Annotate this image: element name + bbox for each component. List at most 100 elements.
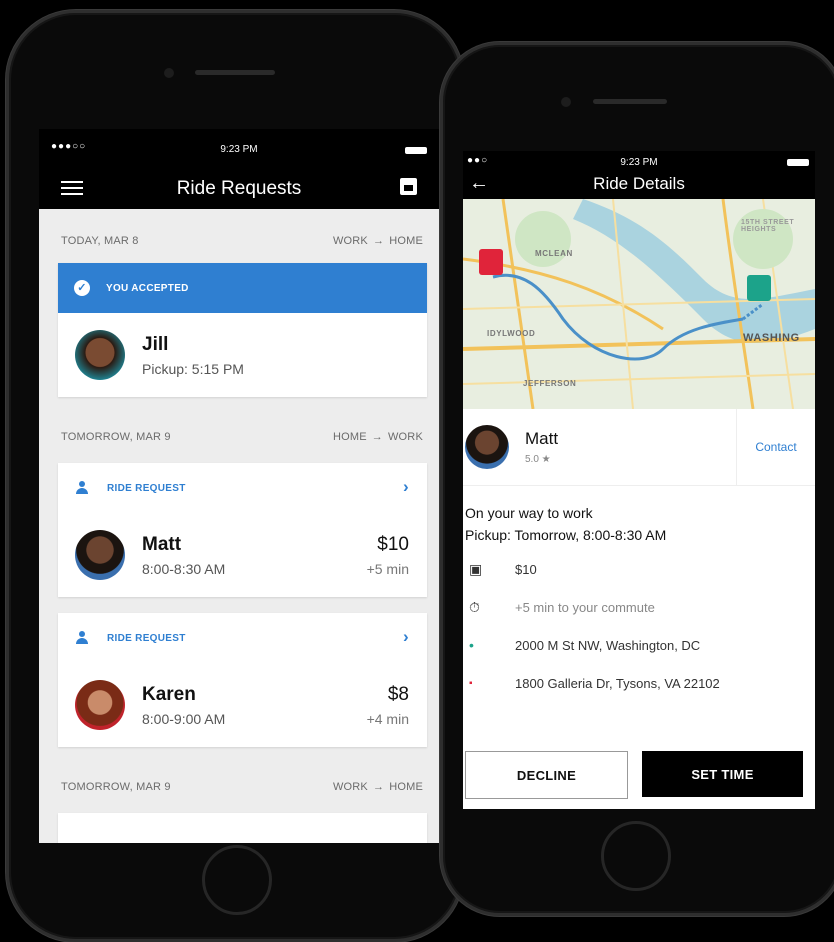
ride-request-card[interactable]: RIDE REQUEST › Karen 8:00-9:00 AM $8 +4 …	[58, 613, 427, 747]
map-label-washington: WASHING	[743, 332, 800, 344]
stopwatch-icon: ⏱	[469, 598, 480, 615]
request-header: RIDE REQUEST ›	[58, 463, 427, 513]
route-from: WORK	[332, 781, 368, 793]
pickup-pin-icon	[479, 249, 503, 275]
route: HOME → WORK	[333, 431, 423, 443]
cash-icon: ▣	[469, 560, 483, 577]
map-label-mclean: MCLEAN	[535, 249, 573, 258]
pickup-window: 8:00-9:00 AM	[142, 710, 226, 727]
destination-address: 1800 Galleria Dr, Tysons, VA 22102	[515, 675, 720, 691]
status-time: 9:23 PM	[220, 144, 258, 155]
section-header: TOMORROW, MAR 9 WORK → HOME	[39, 769, 439, 805]
route-to: HOME	[389, 781, 423, 793]
map-label-jefferson: JEFFERSON	[523, 379, 577, 388]
rider-name: Karen	[142, 683, 196, 705]
fare: $10	[377, 533, 409, 555]
accepted-banner: ✓ YOU ACCEPTED	[58, 263, 427, 313]
set-time-button[interactable]: SET TIME	[642, 751, 803, 797]
section-date: TOMORROW, MAR 9	[61, 781, 171, 793]
camera	[164, 68, 174, 78]
destination-row: ▪ 1800 Galleria Dr, Tysons, VA 22102	[463, 664, 815, 702]
rider-row: Jill Pickup: 5:15 PM	[58, 313, 427, 397]
rider-name: Jill	[142, 333, 169, 355]
section-header: TOMORROW, MAR 9 HOME → WORK	[39, 419, 439, 455]
arrow-right-icon: →	[371, 431, 383, 443]
page-title: Ride Details	[593, 174, 685, 193]
nav-bar: Ride Requests	[39, 169, 439, 209]
trip-info: On your way to work Pickup: Tomorrow, 8:…	[463, 486, 815, 546]
section-header: TODAY, MAR 8 WORK → HOME	[39, 223, 439, 259]
fare: $8	[387, 683, 409, 705]
home-button[interactable]	[601, 821, 671, 891]
ride-request-card[interactable]: RIDE REQUEST › Matt 8:00-8:30 AM $10 +5 …	[58, 463, 427, 597]
avatar	[75, 680, 125, 730]
avatar	[75, 330, 125, 380]
route-from: HOME	[332, 431, 367, 443]
calendar-icon[interactable]	[400, 178, 417, 195]
chevron-right-icon[interactable]: ›	[403, 477, 409, 497]
route-to: WORK	[387, 431, 423, 443]
battery-icon	[787, 159, 809, 166]
request-label: RIDE REQUEST	[107, 482, 186, 494]
camera	[561, 97, 571, 107]
pickup-window: 8:00-8:30 AM	[142, 560, 226, 577]
speaker	[593, 99, 667, 104]
rider-row: Karen 8:00-9:00 AM $8 +4 min	[58, 663, 427, 747]
map-label-idylwood: IDYLWOOD	[487, 329, 536, 338]
dropoff-pin-icon	[747, 275, 771, 301]
chevron-right-icon[interactable]: ›	[403, 627, 409, 647]
battery-icon	[405, 147, 427, 154]
driver-name: Matt	[525, 429, 559, 448]
ride-requests-screen: ●●●○○ 9:23 PM Ride Requests TODAY, MAR 8…	[39, 129, 439, 843]
speaker	[195, 70, 275, 75]
rider-name: Matt	[142, 533, 182, 555]
commute-value: +5 min to your commute	[515, 599, 655, 615]
avatar	[75, 530, 125, 580]
route-map[interactable]: MCLEAN IDYLWOOD JEFFERSON WASHING 15TH S…	[463, 199, 815, 409]
added-time: +4 min	[366, 710, 409, 727]
status-bar: ●●○ 9:23 PM	[463, 151, 815, 171]
accepted-label: YOU ACCEPTED	[106, 282, 189, 294]
check-circle-icon: ✓	[74, 280, 90, 296]
pickup-time: Pickup: 5:15 PM	[142, 360, 244, 377]
route: WORK → HOME	[333, 235, 423, 247]
route-from: WORK	[332, 235, 368, 247]
fare-value: $10	[515, 561, 537, 577]
ride-details-screen: ●●○ 9:23 PM ← Ride Details MCLEAN IDYLWO…	[463, 151, 815, 809]
route: WORK → HOME	[333, 781, 423, 793]
map-label-heights: 15TH STREET HEIGHTS	[741, 219, 795, 233]
nav-bar: ← Ride Details	[463, 171, 815, 199]
home-button[interactable]	[202, 845, 272, 915]
section-date: TODAY, MAR 8	[61, 235, 139, 247]
contact-button[interactable]: Contact	[736, 409, 815, 485]
origin-dot-icon: •	[469, 637, 474, 653]
phone-right: ●●○ 9:23 PM ← Ride Details MCLEAN IDYLWO…	[440, 42, 834, 916]
decline-button[interactable]: DECLINE	[465, 751, 628, 799]
route-to: HOME	[389, 235, 423, 247]
origin-address: 2000 M St NW, Washington, DC	[515, 637, 701, 653]
ride-request-card[interactable]	[58, 813, 427, 843]
rider-row: Matt 8:00-8:30 AM $10 +5 min	[58, 513, 427, 597]
request-header: RIDE REQUEST ›	[58, 613, 427, 663]
added-time: +5 min	[366, 560, 409, 577]
person-icon	[75, 481, 89, 495]
phone-left: ●●●○○ 9:23 PM Ride Requests TODAY, MAR 8…	[6, 10, 464, 942]
price-block: $10 +5 min	[367, 534, 409, 577]
accepted-ride-card[interactable]: ✓ YOU ACCEPTED Jill Pickup: 5:15 PM	[58, 263, 427, 397]
driver-rating: 5.0 ★	[525, 454, 551, 465]
status-time: 9:23 PM	[620, 157, 658, 168]
price-block: $8 +4 min	[367, 684, 409, 727]
page-title: Ride Requests	[176, 178, 302, 199]
status-bar: ●●●○○ 9:23 PM	[39, 129, 439, 169]
fare-row: ▣ $10	[463, 550, 815, 588]
trip-purpose: On your way to work	[465, 505, 593, 521]
arrow-right-icon: →	[372, 235, 385, 247]
action-buttons: DECLINE SET TIME	[463, 751, 815, 799]
section-date: TOMORROW, MAR 9	[61, 431, 171, 443]
driver-row: Matt 5.0 ★ Contact	[463, 409, 815, 486]
trip-pickup: Pickup: Tomorrow, 8:00-8:30 AM	[465, 527, 667, 543]
origin-row: • 2000 M St NW, Washington, DC	[463, 626, 815, 664]
person-icon	[75, 631, 89, 645]
destination-dot-icon: ▪	[469, 677, 473, 689]
commute-row: ⏱ +5 min to your commute	[463, 588, 815, 626]
